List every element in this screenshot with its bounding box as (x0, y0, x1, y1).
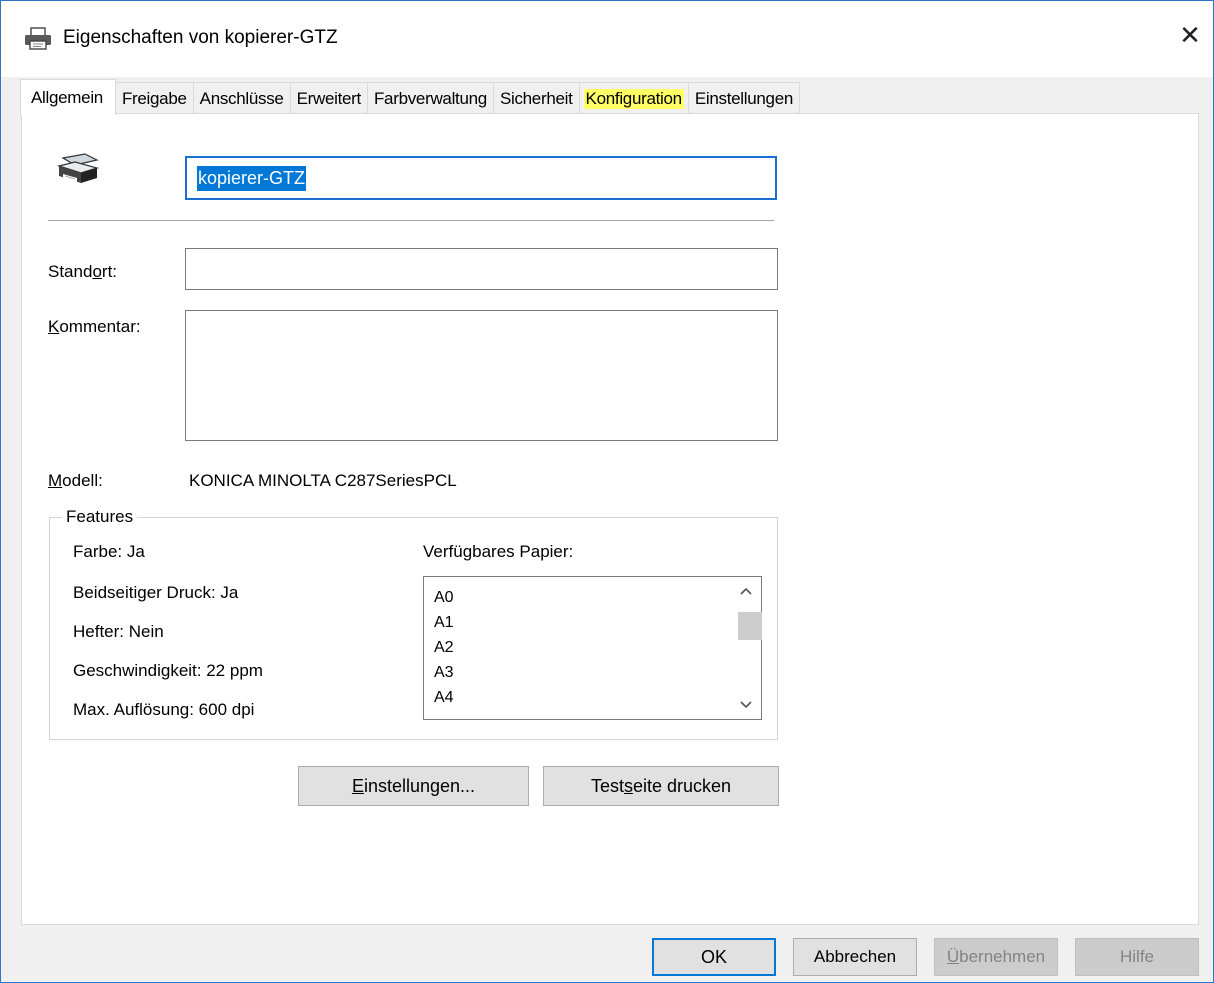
ok-button[interactable]: OK (652, 938, 776, 976)
feature-resolution: Max. Auflösung: 600 dpi (73, 700, 255, 719)
paper-label: Verfügbares Papier: (423, 542, 574, 561)
close-button[interactable]: ✕ (1167, 11, 1213, 59)
tab-anschluesse[interactable]: Anschlüsse (192, 82, 291, 114)
tab-freigabe[interactable]: Freigabe (114, 82, 194, 114)
printer-name-input[interactable]: kopierer-GTZ (185, 156, 777, 200)
highlight-mark: Konfiguration (583, 88, 684, 109)
printer-icon (25, 27, 51, 50)
tab-strip: Allgemein Freigabe Anschlüsse Erweitert … (20, 79, 801, 115)
list-item[interactable]: A1 (434, 610, 454, 635)
feature-stapler: Hefter: Nein (73, 622, 164, 641)
tab-konfiguration[interactable]: Konfiguration (578, 82, 689, 114)
model-value: KONICA MINOLTA C287SeriesPCL (189, 471, 457, 490)
list-item[interactable]: A2 (434, 635, 454, 660)
paper-scrollbar[interactable] (732, 578, 762, 718)
title-bar: Eigenschaften von kopierer-GTZ ✕ (1, 1, 1213, 77)
location-label: Standort: (48, 262, 118, 281)
window-title: Eigenschaften von kopierer-GTZ (63, 27, 338, 48)
comment-textarea[interactable] (185, 310, 778, 441)
tab-erweitert[interactable]: Erweitert (289, 82, 368, 114)
paper-listbox[interactable]: A0 A1 A2 A3 A4 (423, 576, 762, 720)
separator-line (48, 220, 774, 221)
list-item[interactable]: A3 (434, 660, 454, 685)
tab-einstellungen[interactable]: Einstellungen (687, 82, 801, 114)
features-legend: Features (62, 507, 138, 527)
properties-dialog: Eigenschaften von kopierer-GTZ ✕ Allgeme… (0, 0, 1214, 983)
tab-allgemein[interactable]: Allgemein (20, 79, 116, 115)
printer-large-icon (56, 153, 100, 183)
close-icon: ✕ (1179, 19, 1201, 50)
comment-label: Kommentar: (48, 317, 141, 336)
list-item[interactable]: A0 (434, 585, 454, 610)
feature-color: Farbe: Ja (73, 542, 145, 561)
preferences-button[interactable]: Einstellungen... (298, 766, 529, 806)
scroll-up-icon[interactable] (732, 578, 760, 604)
apply-button[interactable]: Übernehmen (934, 938, 1058, 976)
paper-items: A0 A1 A2 A3 A4 (434, 585, 454, 710)
feature-duplex: Beidseitiger Druck: Ja (73, 583, 239, 602)
tab-sicherheit[interactable]: Sicherheit (492, 82, 580, 114)
list-item[interactable]: A4 (434, 685, 454, 710)
feature-speed: Geschwindigkeit: 22 ppm (73, 661, 263, 680)
printer-name-selection: kopierer-GTZ (197, 165, 307, 191)
location-input[interactable] (185, 248, 778, 290)
help-button[interactable]: Hilfe (1075, 938, 1199, 976)
scroll-down-icon[interactable] (732, 692, 760, 718)
general-tab-panel: kopierer-GTZ Standort: Kommentar: Modell… (21, 113, 1199, 925)
print-test-page-button[interactable]: Test s eite drucken (543, 766, 779, 806)
scroll-thumb[interactable] (738, 612, 762, 640)
tab-farbverwaltung[interactable]: Farbverwaltung (366, 82, 494, 114)
cancel-button[interactable]: Abbrechen (793, 938, 917, 976)
model-label: Modell: (48, 471, 103, 490)
